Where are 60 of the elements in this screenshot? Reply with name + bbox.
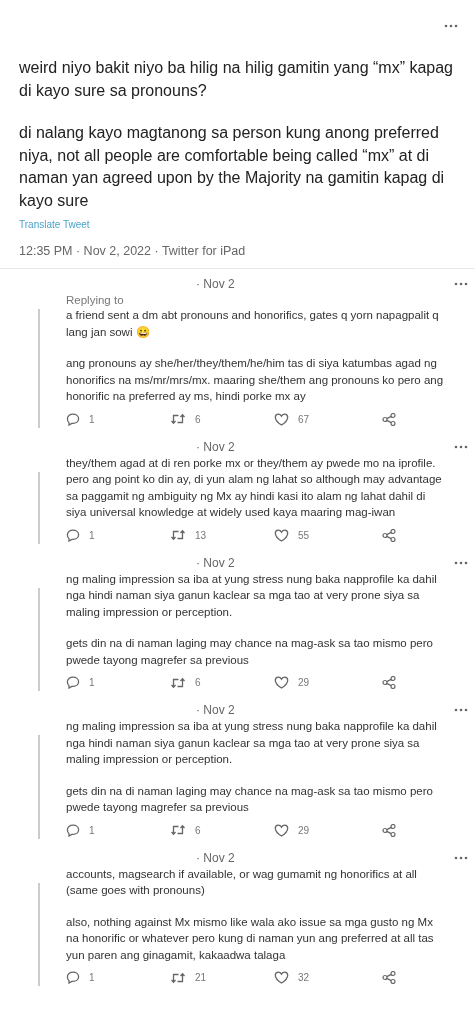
like-count: 29 [298,824,310,836]
reply-text: a friend sent a dm abt pronouns and honorifics, gates q yorn napagpalit q lang jan sowi 😀 [66,308,440,340]
heart-icon[interactable] [274,528,289,542]
more-icon[interactable] [454,855,468,860]
more-icon[interactable] [444,24,458,28]
reply-date: · Nov 2 [196,439,235,454]
reply-count: 1 [89,677,95,688]
retweet-icon[interactable] [170,824,186,836]
reply-text: ang pronouns ay she/her/they/them/he/him tas di siya katumbas agad ng honorifics na ms/mr/mrs/mx. maaring she/them ang pronouns ko pero ang honorific na preferred ay ms, hindi porke mx ay [66,356,445,404]
tweet-text: di nalang kayo magtanong sa person kung anong preferred niya, not all people are comfortable being called “mx” at di naman yan agreed upon by the Majority na gamitin kapag di kayo sure [19,123,446,211]
heart-icon[interactable] [274,971,289,984]
reply-count: 1 [89,972,95,983]
more-icon[interactable] [454,708,468,712]
reply-date: · Nov 2 [196,555,235,570]
retweet-count: 13 [195,529,207,541]
reply-date: · Nov 2 [196,277,235,291]
retweet-icon[interactable] [170,529,186,541]
like-count: 29 [298,677,310,688]
share-icon[interactable] [382,971,396,984]
heart-icon[interactable] [274,823,289,837]
reply-text: they/them agad at di ren porke mx or they/them ay pwede mo na iprofile. pero ang point ko din ay, di yun alam ng lahat so although may advantage sa paggamit ng ambiguity ng Mx ay hindi kasi ito alam ng lahat dahil di siya universal knowledge at widely used kaya maaring mag-iwan [66,455,443,520]
share-icon[interactable] [382,823,396,837]
tweet-text: weird niyo bakit niyo ba hilig na hilig gamitin yang “mx” kapag di kayo sure sa pronouns? [19,58,454,101]
reply-text: ng maling impression sa iba at yung stress nung baka napprofile ka dahil nga hindi naman siya ganun kaclear sa mga tao at very prone siya sa maling impression or perception. [66,719,438,767]
replying-to-label: Replying to [66,294,125,306]
translate-link[interactable]: Translate Tweet [19,219,90,230]
reply-text: also, nothing against Mx mismo like wala ako issue sa mga gusto ng Mx na honorific or whatever pero kung di naman yun ang preferred at all tas yun paren ang ginagamit, kakaadwa talaga [66,914,435,963]
comment-icon[interactable] [66,971,80,984]
reply-date: · Nov 2 [196,850,235,865]
comment-icon[interactable] [66,676,80,689]
reply-date: · Nov 2 [196,703,235,717]
heart-icon[interactable] [274,676,289,689]
like-count: 32 [298,972,310,983]
share-icon[interactable] [382,676,396,689]
more-icon[interactable] [454,444,468,449]
reply-count: 1 [89,824,95,836]
reply-text: accounts, magsearch if available, or wag gumamit ng honorifics at all (same goes with pronouns) [66,866,418,898]
more-icon[interactable] [454,282,468,286]
reply-text: gets din na di naman laging may chance na mag-ask sa tao mismo pero pwede tayong magrefer sa previous [66,636,434,668]
reply-text: ng maling impression sa iba at yung stress nung baka napprofile ka dahil nga hindi naman siya ganun kaclear sa mga tao at very prone siya sa maling impression or perception. [66,571,438,620]
reply-count: 1 [89,529,95,541]
retweet-count: 21 [195,972,207,983]
like-count: 67 [298,413,310,425]
heart-icon[interactable] [274,412,289,426]
comment-icon[interactable] [66,412,80,426]
retweet-icon[interactable] [170,971,186,984]
share-icon[interactable] [382,528,396,542]
like-count: 55 [298,529,310,541]
more-icon[interactable] [454,560,468,565]
tweet-timestamp: 12:35 PM · Nov 2, 2022 · Twitter for iPad [19,244,247,258]
retweet-icon[interactable] [170,413,186,425]
reply-text: gets din na di naman laging may chance na mag-ask sa tao mismo pero pwede tayong magrefer sa previous [66,783,434,815]
comment-icon[interactable] [66,823,80,837]
retweet-count: 6 [195,677,201,688]
share-icon[interactable] [382,412,396,426]
retweet-icon[interactable] [170,676,186,689]
comment-icon[interactable] [66,528,80,542]
retweet-count: 6 [195,824,201,836]
retweet-count: 6 [195,413,201,425]
reply-count: 1 [89,413,95,425]
